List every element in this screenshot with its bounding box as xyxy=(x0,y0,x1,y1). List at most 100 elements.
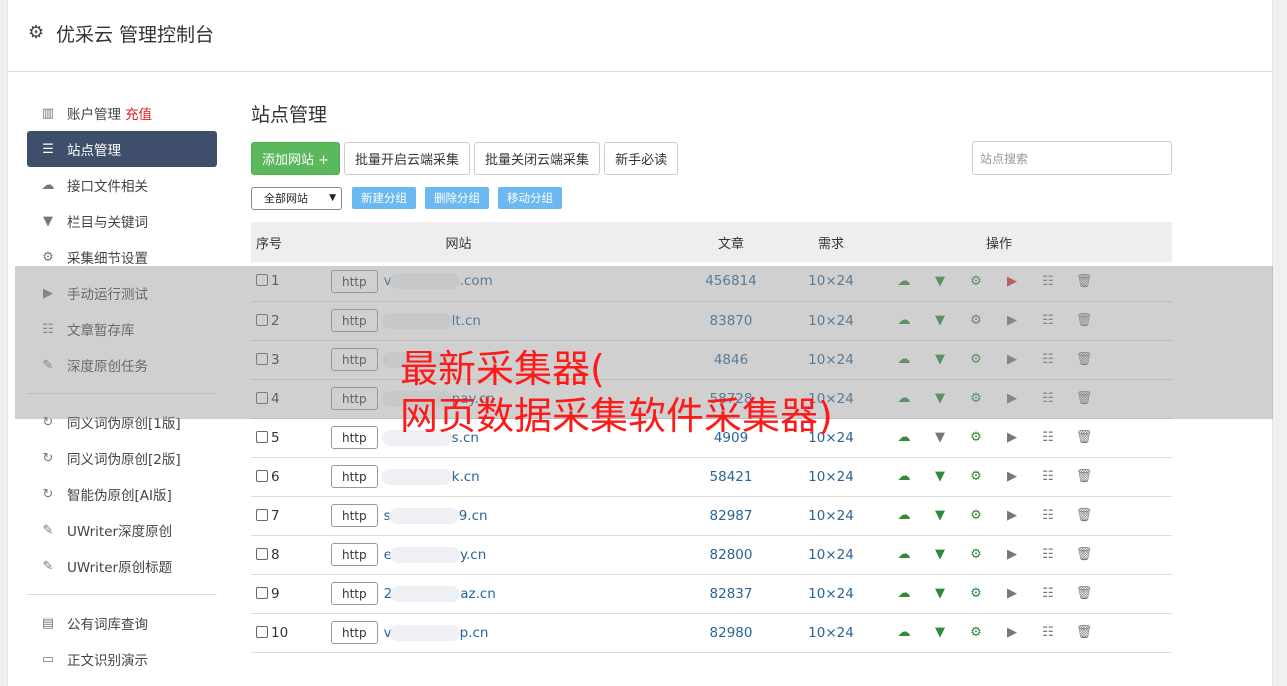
site-domain-link[interactable]: v p.cn xyxy=(384,624,489,641)
http-button[interactable]: http xyxy=(331,426,378,449)
row-actions: ☁ ▼ ⚙ ▶ ☷ 🗑 xyxy=(886,430,1172,445)
site-domain-link[interactable]: s 9.cn xyxy=(384,507,488,524)
site-domain-link[interactable]: 2 az.cn xyxy=(384,585,496,602)
sidebar-item[interactable]: ↻ 同义词伪原创[2版] xyxy=(27,440,217,476)
play-icon[interactable]: ▶ xyxy=(994,625,1030,640)
article-count[interactable]: 82800 xyxy=(686,535,776,575)
cloud-upload-icon[interactable]: ☁ xyxy=(886,430,922,445)
recharge-link[interactable]: 充值 xyxy=(125,103,152,123)
gears-icon[interactable]: ⚙ xyxy=(958,430,994,445)
sidebar-item[interactable]: ✎ UWriter原创标题 xyxy=(27,548,217,584)
row-checkbox[interactable] xyxy=(256,469,268,482)
redacted-mask xyxy=(389,546,460,563)
trash-icon[interactable]: 🗑 xyxy=(1066,625,1102,640)
play-icon[interactable]: ▶ xyxy=(994,547,1030,562)
cloud-upload-icon[interactable]: ☁ xyxy=(886,625,922,640)
domain-suffix: y.cn xyxy=(459,546,487,563)
demand-value[interactable]: 10×24 xyxy=(776,535,886,575)
col-no: 序号 xyxy=(256,236,283,252)
sidebar-item[interactable]: ▤ 公有词库查询 xyxy=(27,605,217,641)
trash-icon[interactable]: 🗑 xyxy=(1066,430,1102,445)
cloud-upload-icon[interactable]: ☁ xyxy=(886,586,922,601)
http-button[interactable]: http xyxy=(331,504,378,527)
gears-icon[interactable]: ⚙ xyxy=(958,469,994,484)
database-icon[interactable]: ☷ xyxy=(1030,586,1066,601)
batch-close-cloud-button[interactable]: 批量关闭云端采集 xyxy=(474,141,601,175)
http-button[interactable]: http xyxy=(331,582,378,605)
article-count[interactable]: 82837 xyxy=(686,574,776,614)
demand-value[interactable]: 10×24 xyxy=(776,574,886,614)
site-domain-link[interactable]: k.cn xyxy=(381,468,480,485)
database-icon[interactable]: ☷ xyxy=(1030,469,1066,484)
play-icon[interactable]: ▶ xyxy=(994,430,1030,445)
filter-icon[interactable]: ▼ xyxy=(922,547,958,562)
filter-icon[interactable]: ▼ xyxy=(922,625,958,640)
article-count[interactable]: 82987 xyxy=(686,496,776,536)
domain-suffix: p.cn xyxy=(459,624,489,641)
gears-icon[interactable]: ⚙ xyxy=(958,625,994,640)
sidebar-item[interactable]: ☁ 接口文件相关 xyxy=(27,167,217,203)
filter-icon[interactable]: ▼ xyxy=(922,469,958,484)
col-ops: 操作 xyxy=(985,236,1012,252)
book-icon: ▤ xyxy=(41,615,55,631)
group-select[interactable]: 全部网站 ▼ xyxy=(251,186,342,210)
site-domain-link[interactable]: e y.cn xyxy=(384,546,487,563)
group-select-value: 全部网站 xyxy=(264,192,308,205)
edit-icon: ✎ xyxy=(42,522,54,538)
database-icon[interactable]: ☷ xyxy=(1030,430,1066,445)
play-icon[interactable]: ▶ xyxy=(994,586,1030,601)
trash-icon[interactable]: 🗑 xyxy=(1066,469,1102,484)
database-icon[interactable]: ☷ xyxy=(1030,625,1066,640)
add-site-button[interactable]: 添加网站 + xyxy=(251,141,341,175)
row-number: 10 xyxy=(271,624,289,641)
row-checkbox[interactable] xyxy=(256,547,268,560)
gears-icon[interactable]: ⚙ xyxy=(958,547,994,562)
sidebar-item[interactable]: ✎ UWriter深度原创 xyxy=(27,512,217,548)
row-actions: ☁ ▼ ⚙ ▶ ☷ 🗑 xyxy=(886,508,1172,523)
row-number: 7 xyxy=(271,507,280,524)
play-icon[interactable]: ▶ xyxy=(994,508,1030,523)
newbie-guide-button[interactable]: 新手必读 xyxy=(604,141,679,175)
chevron-down-icon: ▼ xyxy=(329,193,336,203)
bar-chart-icon: ▥ xyxy=(41,105,55,121)
http-button[interactable]: http xyxy=(331,465,378,488)
cloud-upload-icon[interactable]: ☁ xyxy=(886,547,922,562)
sidebar-item[interactable]: ☰ 站点管理 xyxy=(27,131,217,167)
demand-value[interactable]: 10×24 xyxy=(776,496,886,536)
http-button[interactable]: http xyxy=(331,621,378,644)
site-search-input[interactable]: 站点搜索 xyxy=(972,141,1172,175)
article-count[interactable]: 82980 xyxy=(686,613,776,653)
filter-icon[interactable]: ▼ xyxy=(922,508,958,523)
demand-value[interactable]: 10×24 xyxy=(776,613,886,653)
row-checkbox[interactable] xyxy=(256,586,268,599)
trash-icon[interactable]: 🗑 xyxy=(1066,547,1102,562)
new-group-button[interactable]: 新建分组 xyxy=(352,187,416,209)
sidebar-item[interactable]: ▭ 正文识别演示 xyxy=(27,641,217,677)
row-checkbox[interactable] xyxy=(256,430,268,443)
cloud-upload-icon[interactable]: ☁ xyxy=(886,469,922,484)
row-checkbox[interactable] xyxy=(256,508,268,521)
gears-icon[interactable]: ⚙ xyxy=(958,508,994,523)
sidebar-item[interactable]: ↻ 智能伪原创[AI版] xyxy=(27,476,217,512)
filter-icon[interactable]: ▼ xyxy=(922,586,958,601)
batch-open-cloud-button[interactable]: 批量开启云端采集 xyxy=(344,141,471,175)
row-actions: ☁ ▼ ⚙ ▶ ☷ 🗑 xyxy=(886,586,1172,601)
sidebar-item[interactable]: ▼ 栏目与关键词 xyxy=(27,203,217,239)
move-group-button[interactable]: 移动分组 xyxy=(498,187,562,209)
cloud-upload-icon[interactable]: ☁ xyxy=(886,508,922,523)
demand-value[interactable]: 10×24 xyxy=(776,457,886,497)
trash-icon[interactable]: 🗑 xyxy=(1066,586,1102,601)
sidebar-item[interactable]: ▥ 账户管理 充值 xyxy=(27,95,217,131)
row-checkbox[interactable] xyxy=(256,625,268,638)
http-button[interactable]: http xyxy=(331,543,378,566)
table-header: 序号 网站 文章 需求 操作 xyxy=(251,222,1172,262)
filter-icon[interactable]: ▼ xyxy=(922,430,958,445)
database-icon[interactable]: ☷ xyxy=(1030,508,1066,523)
sidebar-item-label: 公有词库查询 xyxy=(67,617,148,633)
play-icon[interactable]: ▶ xyxy=(994,469,1030,484)
database-icon[interactable]: ☷ xyxy=(1030,547,1066,562)
article-count[interactable]: 58421 xyxy=(686,457,776,497)
delete-group-button[interactable]: 删除分组 xyxy=(425,187,489,209)
trash-icon[interactable]: 🗑 xyxy=(1066,508,1102,523)
gears-icon[interactable]: ⚙ xyxy=(958,586,994,601)
